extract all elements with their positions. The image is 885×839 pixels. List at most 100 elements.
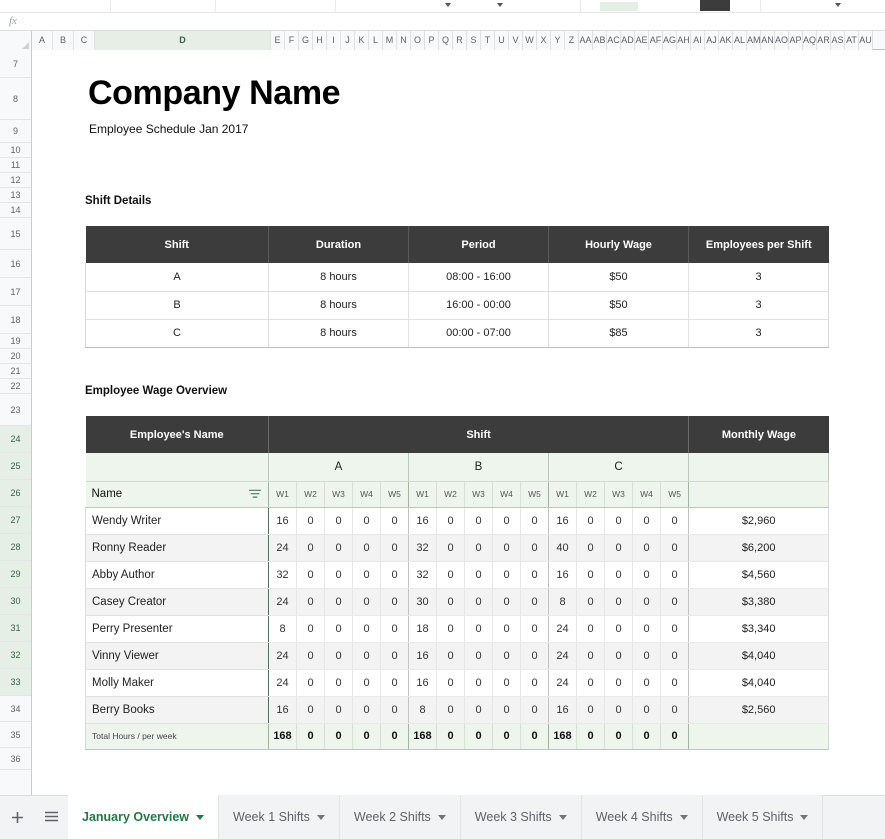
hourly-wage-cell[interactable]: $85 <box>548 319 689 348</box>
text-color-swatch[interactable] <box>700 0 730 11</box>
column-header-ab[interactable]: AB <box>593 31 607 50</box>
employee-name-cell[interactable]: Vinny Viewer <box>85 642 269 670</box>
column-header-z[interactable]: Z <box>565 31 579 50</box>
hours-cell-b-w5[interactable]: 0 <box>520 669 549 697</box>
column-header-ae[interactable]: AE <box>635 31 649 50</box>
hours-cell-b-w3[interactable]: 0 <box>464 561 493 589</box>
employee-name-cell[interactable]: Ronny Reader <box>85 534 269 562</box>
column-header-c[interactable]: C <box>74 31 95 50</box>
hours-cell-c-w2[interactable]: 0 <box>576 615 605 643</box>
column-header-aj[interactable]: AJ <box>705 31 719 50</box>
column-header-ap[interactable]: AP <box>789 31 803 50</box>
sheet-tab-week-4-shifts[interactable]: Week 4 Shifts <box>581 795 703 839</box>
sheet-tab-week-2-shifts[interactable]: Week 2 Shifts <box>339 795 461 839</box>
hours-cell-a-w4[interactable]: 0 <box>352 588 381 616</box>
hours-cell-b-w1[interactable]: 32 <box>408 534 437 562</box>
hours-cell-c-w5[interactable]: 0 <box>660 588 690 616</box>
hours-cell-c-w4[interactable]: 0 <box>632 507 661 535</box>
row-header-12[interactable]: 12 <box>0 173 31 188</box>
monthly-wage-cell[interactable]: $2,560 <box>688 696 830 724</box>
shift-cell[interactable]: C <box>85 319 269 348</box>
column-header-s[interactable]: S <box>467 31 481 50</box>
column-header-ad[interactable]: AD <box>621 31 635 50</box>
hours-cell-c-w1[interactable]: 24 <box>548 642 577 670</box>
hours-cell-b-w5[interactable]: 0 <box>520 615 549 643</box>
hours-cell-b-w1[interactable]: 30 <box>408 588 437 616</box>
row-header-36[interactable]: 36 <box>0 748 31 770</box>
hours-cell-b-w3[interactable]: 0 <box>464 507 493 535</box>
hours-cell-b-w5[interactable]: 0 <box>520 534 549 562</box>
hours-cell-b-w2[interactable]: 0 <box>436 507 465 535</box>
hours-cell-a-w5[interactable]: 0 <box>380 615 409 643</box>
toolbar-caret-icon[interactable] <box>445 3 451 7</box>
employees-per-shift-cell[interactable]: 3 <box>688 291 829 320</box>
hours-cell-b-w4[interactable]: 0 <box>492 588 521 616</box>
column-header-o[interactable]: O <box>411 31 425 50</box>
formula-input[interactable] <box>30 13 885 30</box>
hours-cell-c-w2[interactable]: 0 <box>576 642 605 670</box>
row-header-22[interactable]: 22 <box>0 379 31 394</box>
column-header-u[interactable]: U <box>495 31 509 50</box>
hours-cell-c-w5[interactable]: 0 <box>660 507 690 535</box>
column-header-aa[interactable]: AA <box>579 31 593 50</box>
monthly-wage-cell[interactable]: $3,380 <box>688 588 830 616</box>
hours-cell-a-w1[interactable]: 24 <box>268 534 297 562</box>
hours-cell-b-w2[interactable]: 0 <box>436 534 465 562</box>
hours-cell-c-w1[interactable]: 8 <box>548 588 577 616</box>
hours-cell-c-w2[interactable]: 0 <box>576 534 605 562</box>
hours-cell-c-w5[interactable]: 0 <box>660 615 690 643</box>
hours-cell-a-w5[interactable]: 0 <box>380 696 409 724</box>
hours-cell-c-w1[interactable]: 40 <box>548 534 577 562</box>
add-sheet-button[interactable] <box>0 795 34 839</box>
hours-cell-b-w2[interactable]: 0 <box>436 696 465 724</box>
hours-cell-a-w4[interactable]: 0 <box>352 561 381 589</box>
hours-cell-c-w3[interactable]: 0 <box>604 696 633 724</box>
hours-cell-c-w5[interactable]: 0 <box>660 696 690 724</box>
select-all-corner[interactable] <box>0 31 32 50</box>
employee-name-cell[interactable]: Abby Author <box>85 561 269 589</box>
hours-cell-b-w5[interactable]: 0 <box>520 696 549 724</box>
hours-cell-b-w4[interactable]: 0 <box>492 507 521 535</box>
hours-cell-a-w3[interactable]: 0 <box>324 696 353 724</box>
column-header-g[interactable]: G <box>299 31 313 50</box>
monthly-wage-cell[interactable]: $3,340 <box>688 615 830 643</box>
column-header-af[interactable]: AF <box>649 31 663 50</box>
sheet-tab-week-5-shifts[interactable]: Week 5 Shifts <box>702 795 824 839</box>
chevron-down-icon[interactable] <box>679 814 688 820</box>
hours-cell-a-w3[interactable]: 0 <box>324 642 353 670</box>
column-header-d[interactable]: D <box>95 31 271 50</box>
hours-cell-b-w1[interactable]: 8 <box>408 696 437 724</box>
hours-cell-c-w3[interactable]: 0 <box>604 669 633 697</box>
hours-cell-b-w2[interactable]: 0 <box>436 561 465 589</box>
monthly-wage-cell[interactable]: $4,560 <box>688 561 830 589</box>
duration-cell[interactable]: 8 hours <box>268 291 409 320</box>
monthly-wage-cell[interactable]: $4,040 <box>688 642 830 670</box>
table-row[interactable]: Wendy Writer 16 0 0 0 0 16 0 0 0 0 16 0 0 0 0 $2,960 <box>85 507 830 535</box>
monthly-wage-cell[interactable]: $6,200 <box>688 534 830 562</box>
table-row[interactable]: Perry Presenter 8 0 0 0 0 18 0 0 0 0 24 0 0 0 0 $3,340 <box>85 615 830 643</box>
hours-cell-c-w2[interactable]: 0 <box>576 588 605 616</box>
hours-cell-a-w2[interactable]: 0 <box>296 561 325 589</box>
hours-cell-c-w5[interactable]: 0 <box>660 534 690 562</box>
column-header-am[interactable]: AM <box>747 31 761 50</box>
hours-cell-a-w3[interactable]: 0 <box>324 507 353 535</box>
hours-cell-b-w1[interactable]: 16 <box>408 642 437 670</box>
hours-cell-a-w5[interactable]: 0 <box>380 534 409 562</box>
duration-cell[interactable]: 8 hours <box>268 319 409 348</box>
row-header-34[interactable]: 34 <box>0 696 31 722</box>
hours-cell-b-w2[interactable]: 0 <box>436 669 465 697</box>
fill-color-swatch[interactable] <box>600 2 638 11</box>
hours-cell-a-w1[interactable]: 16 <box>268 507 297 535</box>
hours-cell-a-w4[interactable]: 0 <box>352 534 381 562</box>
row-header-19[interactable]: 19 <box>0 334 31 349</box>
hours-cell-c-w1[interactable]: 24 <box>548 669 577 697</box>
column-header-an[interactable]: AN <box>761 31 775 50</box>
hours-cell-a-w1[interactable]: 24 <box>268 669 297 697</box>
hours-cell-a-w4[interactable]: 0 <box>352 696 381 724</box>
table-row[interactable]: Casey Creator 24 0 0 0 0 30 0 0 0 0 8 0 0 0 0 $3,380 <box>85 588 830 616</box>
hours-cell-c-w1[interactable]: 16 <box>548 561 577 589</box>
employee-name-cell[interactable]: Molly Maker <box>85 669 269 697</box>
row-header-8[interactable]: 8 <box>0 78 31 120</box>
row-header-29[interactable]: 29 <box>0 561 31 588</box>
hours-cell-a-w2[interactable]: 0 <box>296 615 325 643</box>
